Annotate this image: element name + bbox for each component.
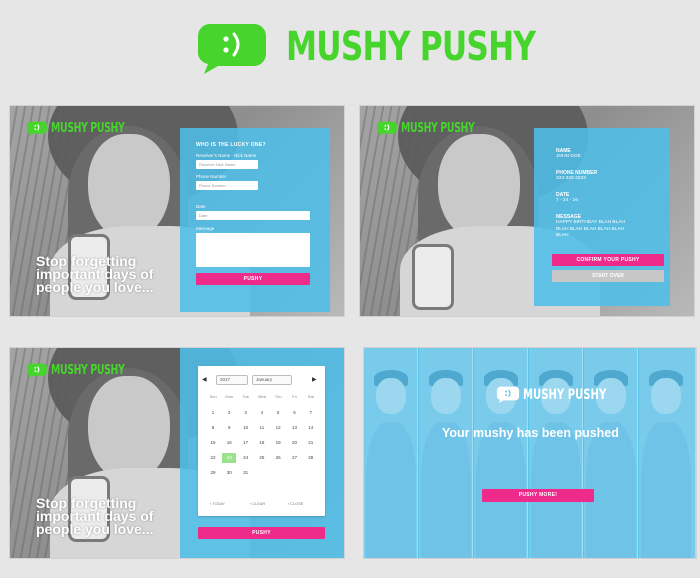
calendar-day[interactable]: 31 <box>239 468 253 478</box>
weekday-header: Mon <box>225 394 234 399</box>
calendar-day[interactable]: 24 <box>239 453 253 463</box>
weekday-header: Tue <box>242 394 249 399</box>
confirm-card: NAME JOHN DOE PHONE NUMBER 333-333-3333 … <box>534 128 670 306</box>
calendar-day[interactable]: 25 <box>255 453 269 463</box>
prev-month-icon[interactable]: ◀ <box>202 376 207 383</box>
pushed-logo: MUSHY PUSHY <box>496 386 639 404</box>
date-label: Date <box>196 204 206 209</box>
mini-logo: MUSHY PUSHY <box>26 362 153 380</box>
calendar-day[interactable]: 14 <box>304 423 318 433</box>
calendar-day[interactable]: 26 <box>271 453 285 463</box>
recipient-label: Receiver's Name - Nick Name <box>196 153 257 158</box>
recipient-input[interactable]: Receiver Nick Name <box>196 160 258 169</box>
calendar-day[interactable]: 30 <box>222 468 236 478</box>
calendar-day[interactable]: 17 <box>239 438 253 448</box>
today-button[interactable]: ⬩ TODAY <box>210 502 225 506</box>
calendar-day[interactable]: 2 <box>222 408 236 418</box>
calendar-day[interactable]: 22 <box>206 453 220 463</box>
calendar-day[interactable]: 6 <box>288 408 302 418</box>
calendar-day[interactable]: 3 <box>239 408 253 418</box>
date-input[interactable]: Date <box>196 211 310 220</box>
tagline: Stop forgetting important days of people… <box>36 253 154 295</box>
message-textarea[interactable] <box>196 233 310 267</box>
calendar-day[interactable]: 1 <box>206 408 220 418</box>
calendar-day[interactable]: 9 <box>222 423 236 433</box>
form-card: WHO IS THE LUCKY ONE? Receiver's Name - … <box>180 128 330 312</box>
calendar-day[interactable]: 7 <box>304 408 318 418</box>
calendar-day[interactable]: 15 <box>206 438 220 448</box>
chat-bubble-icon <box>27 121 47 137</box>
message-label: Message <box>196 226 215 231</box>
pushed-message: Your mushy has been pushed <box>442 426 619 440</box>
next-month-icon[interactable]: ▶ <box>312 376 317 383</box>
calendar-day[interactable]: 19 <box>271 438 285 448</box>
calendar-day[interactable]: 28 <box>304 453 318 463</box>
month-select[interactable]: January <box>252 375 292 385</box>
close-button[interactable]: ⬩ CLOSE <box>288 502 303 506</box>
calendar-day[interactable]: 13 <box>288 423 302 433</box>
pushy-more-button[interactable]: PUSHY MORE! <box>482 489 594 502</box>
weekday-header: Sat <box>307 394 314 399</box>
calendar-day[interactable]: 27 <box>288 453 302 463</box>
calendar-day[interactable]: 29 <box>206 468 220 478</box>
calendar-day[interactable]: 20 <box>288 438 302 448</box>
calendar-day[interactable]: 8 <box>206 423 220 433</box>
phone-value: 333-333-3333 <box>556 176 586 181</box>
pushy-button[interactable]: PUSHY <box>198 527 325 539</box>
weekday-header: Wed <box>257 394 266 399</box>
phone-input[interactable]: Phone Number <box>196 181 258 190</box>
year-select[interactable]: 2017 <box>216 375 248 385</box>
chat-bubble-icon <box>27 363 47 379</box>
mini-logo: MUSHY PUSHY <box>376 120 503 138</box>
pushy-button[interactable]: PUSHY <box>196 273 310 285</box>
screen-calendar: MUSHY PUSHY Stop forgetting important da… <box>10 348 344 558</box>
calendar-day[interactable]: 21 <box>304 438 318 448</box>
brand-title: MUSHY PUSHY <box>286 24 536 70</box>
chat-bubble-icon <box>377 121 397 137</box>
screen-confirm: MUSHY PUSHY NAME JOHN DOE PHONE NUMBER 3… <box>360 106 694 316</box>
chat-bubble-icon <box>198 24 266 74</box>
screen-pushed: MUSHY PUSHY Your mushy has been pushed P… <box>364 348 696 558</box>
header-logo: MUSHY PUSHY <box>196 18 536 78</box>
form-title: WHO IS THE LUCKY ONE? <box>196 142 266 148</box>
calendar-day[interactable]: 18 <box>255 438 269 448</box>
weekday-header: Fri <box>292 394 297 399</box>
date-value: 7 - 24 - 16 <box>556 198 578 203</box>
start-over-button[interactable]: START OVER <box>552 270 664 282</box>
clear-button[interactable]: ⬩ CLEAR <box>250 502 265 506</box>
calendar-day[interactable]: 12 <box>271 423 285 433</box>
calendar-day-selected[interactable]: 23 <box>222 453 237 463</box>
screen-form: MUSHY PUSHY Stop forgetting important da… <box>10 106 344 316</box>
confirm-button[interactable]: CONFIRM YOUR PUSHY <box>552 254 664 266</box>
tagline: Stop forgetting important days of people… <box>36 495 154 537</box>
chat-bubble-icon <box>496 386 520 404</box>
calendar-day[interactable]: 5 <box>271 408 285 418</box>
phone-label: Phone Number <box>196 174 227 179</box>
datepicker: ◀ 2017 January ▶ Sun Mon Tue Wed Thu Fri Sat 1 2… <box>198 366 325 516</box>
mini-logo: MUSHY PUSHY <box>26 120 153 138</box>
message-value: HAPPY BIRTHDAY BLAH BLAH BLAH BLAH BLAH … <box>556 220 625 238</box>
calendar-day[interactable]: 11 <box>255 423 269 433</box>
name-value: JOHN DOE <box>556 154 581 159</box>
calendar-day[interactable]: 4 <box>255 408 269 418</box>
phone-image <box>412 244 454 310</box>
calendar-day[interactable]: 10 <box>239 423 253 433</box>
weekday-header: Thu <box>274 394 282 399</box>
calendar-day[interactable]: 16 <box>222 438 236 448</box>
weekday-header: Sun <box>209 394 217 399</box>
